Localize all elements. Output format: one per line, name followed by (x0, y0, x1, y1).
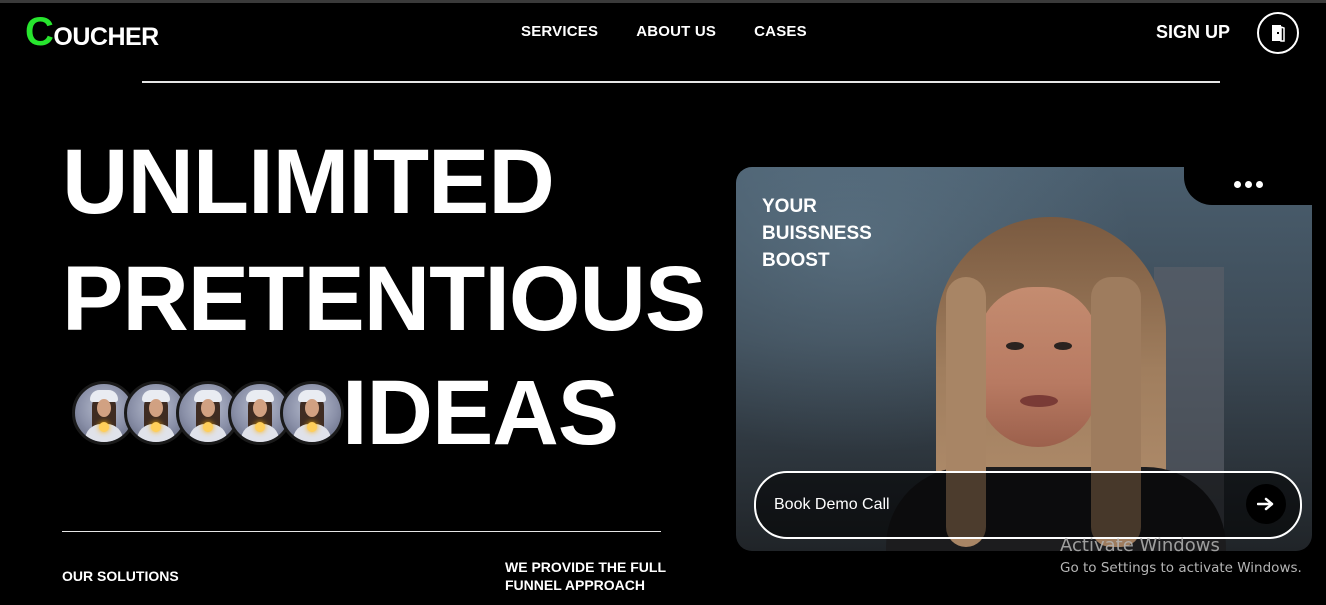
main-nav: SERVICES ABOUT US CASES (521, 23, 807, 40)
our-solutions-label: OUR SOLUTIONS (62, 568, 179, 584)
nav-cases[interactable]: CASES (754, 23, 807, 40)
section-divider (62, 531, 661, 532)
login-button[interactable] (1257, 12, 1299, 54)
card-heading-line: BOOST (762, 250, 830, 271)
logo[interactable]: COUCHER (25, 12, 159, 52)
nav-about-us[interactable]: ABOUT US (636, 23, 716, 40)
door-icon (1272, 25, 1285, 42)
funnel-approach-text: WE PROVIDE THE FULL FUNNEL APPROACH (505, 559, 666, 593)
watermark-title: Activate Windows (1060, 535, 1220, 556)
card-heading: YOUR BUISSNESS BOOST (762, 193, 872, 274)
hero-line-1: UNLIMITED (62, 131, 555, 233)
more-options-button[interactable] (1184, 163, 1312, 205)
portrait-face (978, 287, 1098, 447)
book-demo-label: Book Demo Call (774, 496, 890, 513)
more-dots-icon (1232, 180, 1265, 188)
card-heading-line: YOUR (762, 196, 817, 217)
logo-initial: C (25, 10, 54, 54)
top-border (0, 0, 1326, 3)
hero-line-2: PRETENTIOUS (62, 248, 706, 350)
sign-up-link[interactable]: SIGN UP (1156, 22, 1230, 43)
book-demo-button[interactable]: Book Demo Call (754, 471, 1302, 539)
watermark-subtitle: Go to Settings to activate Windows. (1060, 560, 1302, 576)
windows-activation-watermark: Activate Windows Go to Settings to activ… (1060, 535, 1302, 576)
arrow-right-icon[interactable] (1246, 484, 1286, 524)
nav-services[interactable]: SERVICES (521, 23, 598, 40)
avatar (280, 381, 344, 445)
header-divider (142, 81, 1220, 83)
logo-text: OUCHER (53, 23, 159, 51)
card-heading-line: BUISSNESS (762, 223, 872, 244)
avatar-group (72, 381, 344, 445)
hero-line-3: IDEAS (342, 362, 619, 464)
